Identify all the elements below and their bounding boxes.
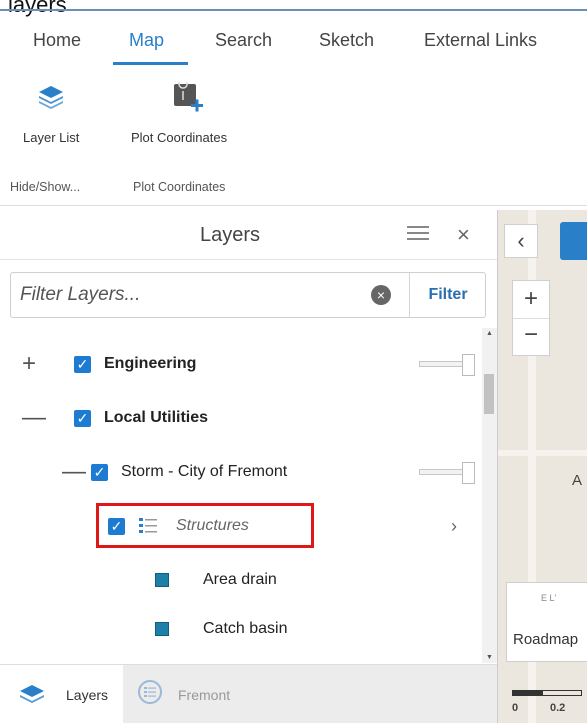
tab-external-links[interactable]: External Links — [424, 30, 537, 51]
zoom-in-button[interactable]: + — [513, 281, 549, 319]
menu-icon[interactable] — [407, 226, 429, 244]
layers-icon — [39, 86, 63, 109]
tab-search[interactable]: Search — [215, 30, 272, 51]
checkbox-local-utilities[interactable]: ✓ — [74, 410, 91, 427]
plot-coordinates-button[interactable]: Plot Coordinates — [126, 78, 254, 158]
zoom-control: + − — [512, 280, 550, 356]
legend-list-icon — [139, 518, 157, 533]
plot-coordinates-icon — [174, 82, 203, 112]
collapse-icon[interactable]: — — [62, 460, 86, 484]
legend-list-icon — [138, 680, 162, 704]
basemap-label: Roadmap — [513, 631, 579, 648]
legend-label-area-drain: Area drain — [203, 571, 277, 588]
basemap-switcher[interactable]: E L' Roadmap — [506, 582, 587, 662]
scale-label-end: 0.2 — [550, 702, 566, 714]
tree-row-storm-fremont: — ✓ Storm - City of Fremont — [0, 446, 482, 500]
map-road — [498, 450, 587, 456]
map-view[interactable]: ‹ + − A E L' Roadmap 0 0.2 — [497, 210, 587, 723]
map-tool-button[interactable] — [560, 222, 587, 260]
bottom-tab-fremont-label: Fremont — [178, 687, 231, 703]
checkbox-engineering[interactable]: ✓ — [74, 356, 91, 373]
tree-row-structures[interactable]: ✓ Structures › — [0, 500, 482, 554]
legend-swatch-area-drain — [155, 573, 169, 587]
layer-label-structures: Structures — [176, 517, 249, 534]
opacity-slider-engineering[interactable] — [419, 354, 475, 376]
title-divider — [0, 9, 587, 11]
opacity-slider-storm-fremont[interactable] — [419, 462, 475, 484]
panel-title: Layers — [199, 224, 261, 246]
scale-label-start: 0 — [512, 702, 519, 714]
filter-button[interactable]: Filter — [410, 273, 486, 317]
layer-label-engineering: Engineering — [104, 355, 197, 372]
scroll-up-arrow-icon[interactable]: ▲ — [486, 330, 493, 337]
checkbox-structures[interactable]: ✓ — [108, 518, 125, 535]
collapse-panel-button[interactable]: ‹ — [504, 224, 538, 258]
map-label: A — [572, 472, 583, 489]
bottom-tab-layers-label: Layers — [66, 687, 109, 703]
tree-row-engineering: + ✓ Engineering — [0, 338, 482, 392]
scroll-thumb[interactable] — [484, 374, 494, 414]
close-icon[interactable]: × — [457, 222, 470, 248]
tree-row-local-utilities: — ✓ Local Utilities — [0, 392, 482, 446]
expand-icon[interactable]: + — [22, 352, 36, 376]
group-label-plot-coordinates: Plot Coordinates — [133, 180, 226, 194]
filter-bar: × Filter — [10, 272, 486, 318]
group-label-hide-show: Hide/Show... — [10, 180, 81, 194]
layer-tree: + ✓ Engineering — ✓ Local Utilities — ✓ … — [0, 328, 482, 663]
basemap-thumbnail-text: E L' — [541, 593, 557, 603]
ribbon: Layer List Plot Coordinates Hide/Show...… — [0, 64, 587, 206]
bottom-tab-layers[interactable]: Layers — [0, 665, 123, 723]
checkbox-storm-fremont[interactable]: ✓ — [91, 464, 108, 481]
legend-row-catch-basin: Catch basin — [0, 608, 482, 662]
chevron-right-icon[interactable]: › — [451, 516, 457, 537]
tab-map[interactable]: Map — [129, 30, 164, 51]
bottom-tab-fremont[interactable]: Fremont — [123, 665, 323, 723]
filter-input[interactable] — [12, 274, 402, 316]
legend-row-area-drain: Area drain — [0, 554, 482, 608]
collapse-icon[interactable]: — — [22, 406, 46, 430]
tab-home[interactable]: Home — [33, 30, 81, 51]
legend-label-catch-basin: Catch basin — [203, 620, 288, 637]
layers-panel-header: Layers × — [0, 210, 497, 260]
legend-swatch-catch-basin — [155, 622, 169, 636]
plot-coordinates-label: Plot Coordinates — [131, 130, 228, 145]
layer-label-local-utilities: Local Utilities — [104, 409, 209, 426]
tree-scrollbar[interactable]: ▲ ▼ — [482, 328, 497, 663]
layer-list-button[interactable]: Layer List — [10, 78, 90, 158]
clear-filter-icon[interactable]: × — [371, 285, 391, 305]
bottom-tab-bar: Layers Fremont — [0, 664, 497, 723]
tab-sketch[interactable]: Sketch — [319, 30, 374, 51]
main-tabs: Home Map Search Sketch External Links — [0, 18, 587, 65]
layers-icon — [20, 685, 44, 703]
scale-bar — [512, 690, 582, 696]
layer-label-storm-fremont: Storm - City of Fremont — [121, 463, 288, 480]
zoom-out-button[interactable]: − — [513, 319, 549, 355]
scroll-down-arrow-icon[interactable]: ▼ — [486, 654, 493, 661]
layer-list-label: Layer List — [23, 130, 80, 145]
